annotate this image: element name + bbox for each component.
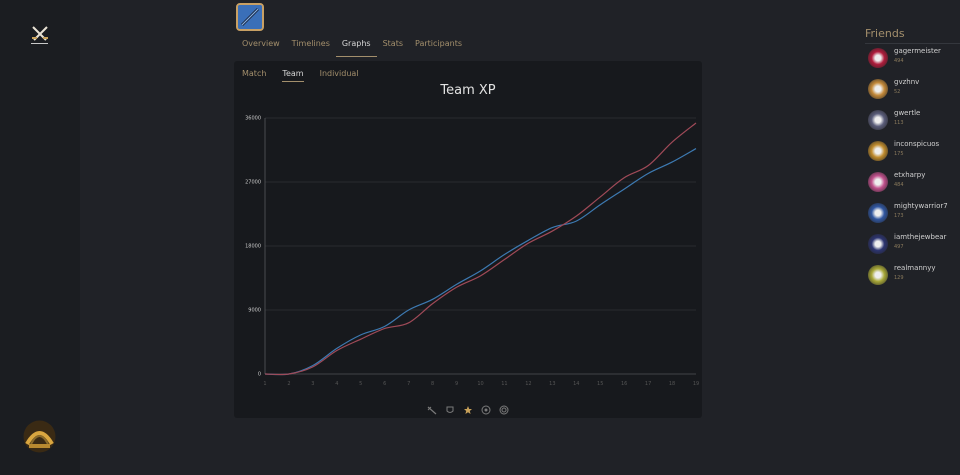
x-tick-label: 2 bbox=[287, 381, 290, 387]
chart-title: Team XP bbox=[440, 83, 496, 98]
friend-level: 175 bbox=[894, 151, 904, 157]
friend-name: realmannyy bbox=[894, 264, 936, 272]
x-tick-label: 3 bbox=[311, 381, 314, 387]
friend-level: 484 bbox=[894, 182, 904, 188]
crossed-swords-icon[interactable] bbox=[30, 24, 50, 44]
y-tick-label: 27000 bbox=[245, 180, 261, 186]
friends-title: Friends bbox=[865, 27, 905, 40]
match-tabs: Overview Timelines Graphs Stats Particip… bbox=[236, 38, 468, 57]
subtab-individual[interactable]: Individual bbox=[320, 68, 359, 80]
x-tick-label: 7 bbox=[407, 381, 410, 387]
champion-portrait bbox=[236, 3, 264, 31]
subtab-match[interactable]: Match bbox=[242, 68, 266, 80]
friend-avatar bbox=[868, 79, 888, 99]
x-tick-label: 5 bbox=[359, 381, 362, 387]
graph-subtabs: Match Team Individual bbox=[242, 68, 375, 82]
x-tick-label: 17 bbox=[645, 381, 651, 387]
x-tick-label: 15 bbox=[597, 381, 603, 387]
x-tick-label: 9 bbox=[455, 381, 458, 387]
x-tick-label: 10 bbox=[477, 381, 483, 387]
x-tick-label: 19 bbox=[693, 381, 699, 387]
friend-avatar bbox=[868, 48, 888, 68]
x-tick-label: 1 bbox=[263, 381, 266, 387]
golden-arch-avatar[interactable] bbox=[23, 420, 56, 453]
friend-avatar bbox=[868, 172, 888, 192]
y-tick-label: 9000 bbox=[248, 308, 261, 314]
sword-icon[interactable] bbox=[427, 405, 437, 415]
friend-name: etxharpy bbox=[894, 171, 926, 179]
friend-name: gvzhnv bbox=[894, 78, 920, 86]
x-tick-label: 13 bbox=[549, 381, 555, 387]
friend-item[interactable]: inconspicuos 175 bbox=[868, 138, 960, 164]
x-tick-label: 8 bbox=[431, 381, 434, 387]
friend-name: mightywarrior7 bbox=[894, 202, 948, 210]
friend-avatar bbox=[868, 110, 888, 130]
friend-avatar bbox=[868, 234, 888, 254]
tab-timelines[interactable]: Timelines bbox=[286, 38, 336, 54]
friend-item[interactable]: gwertle 113 bbox=[868, 107, 960, 133]
team-xp-chart: 090001800027000360001 2 3 4 5 6 7 8 9 10 11 12 13 14 1… bbox=[245, 116, 699, 388]
circle-icon[interactable] bbox=[499, 405, 509, 415]
chart-mode-icons bbox=[234, 405, 702, 415]
shield-icon[interactable] bbox=[445, 405, 455, 415]
friend-name: inconspicuos bbox=[894, 140, 940, 148]
friend-item[interactable]: iamthejewbear 497 bbox=[868, 231, 960, 257]
subtab-team[interactable]: Team bbox=[282, 68, 304, 82]
friend-name: gwertle bbox=[894, 109, 921, 117]
graph-panel: Match Team Individual Team XP 0 9000 18000… bbox=[234, 61, 702, 418]
champion-portrait-icon bbox=[238, 5, 262, 29]
y-tick-label: 18000 bbox=[245, 244, 261, 250]
friend-name: iamthejewbear bbox=[894, 233, 947, 241]
series-line-red bbox=[264, 122, 697, 376]
left-sidebar bbox=[0, 0, 80, 475]
x-tick-label: 12 bbox=[525, 381, 531, 387]
friend-level: 494 bbox=[894, 58, 904, 64]
friend-item[interactable]: mightywarrior7 173 bbox=[868, 200, 960, 226]
y-tick-label: 36000 bbox=[245, 116, 261, 122]
friend-avatar bbox=[868, 203, 888, 223]
star-icon[interactable] bbox=[463, 405, 473, 415]
friend-name: gagermeister bbox=[894, 47, 941, 55]
friend-level: 52 bbox=[894, 89, 901, 95]
logo-underline bbox=[31, 43, 48, 44]
friend-item[interactable]: etxharpy 484 bbox=[868, 169, 960, 195]
friend-level: 129 bbox=[894, 275, 904, 281]
x-tick-label: 14 bbox=[573, 381, 579, 387]
friend-avatar bbox=[868, 265, 888, 285]
target-icon[interactable] bbox=[481, 405, 491, 415]
friend-level: 113 bbox=[894, 120, 904, 126]
friend-item[interactable]: gagermeister 494 bbox=[868, 45, 960, 71]
friend-avatar bbox=[868, 141, 888, 161]
friend-item[interactable]: gvzhnv 52 bbox=[868, 76, 960, 102]
friend-level: 173 bbox=[894, 213, 904, 219]
friends-divider bbox=[865, 43, 960, 44]
x-tick-label: 4 bbox=[335, 381, 338, 387]
series-line-blue bbox=[264, 148, 697, 376]
x-tick-label: 16 bbox=[621, 381, 627, 387]
y-tick-label: 0 bbox=[258, 372, 261, 378]
x-tick-label: 11 bbox=[501, 381, 507, 387]
tab-overview[interactable]: Overview bbox=[236, 38, 286, 54]
tab-stats[interactable]: Stats bbox=[377, 38, 409, 54]
x-tick-label: 18 bbox=[669, 381, 675, 387]
tab-graphs[interactable]: Graphs bbox=[335, 38, 377, 57]
tab-participants[interactable]: Participants bbox=[409, 38, 468, 54]
x-tick-label: 6 bbox=[383, 381, 386, 387]
friend-item[interactable]: realmannyy 129 bbox=[868, 262, 960, 288]
friend-level: 497 bbox=[894, 244, 904, 250]
